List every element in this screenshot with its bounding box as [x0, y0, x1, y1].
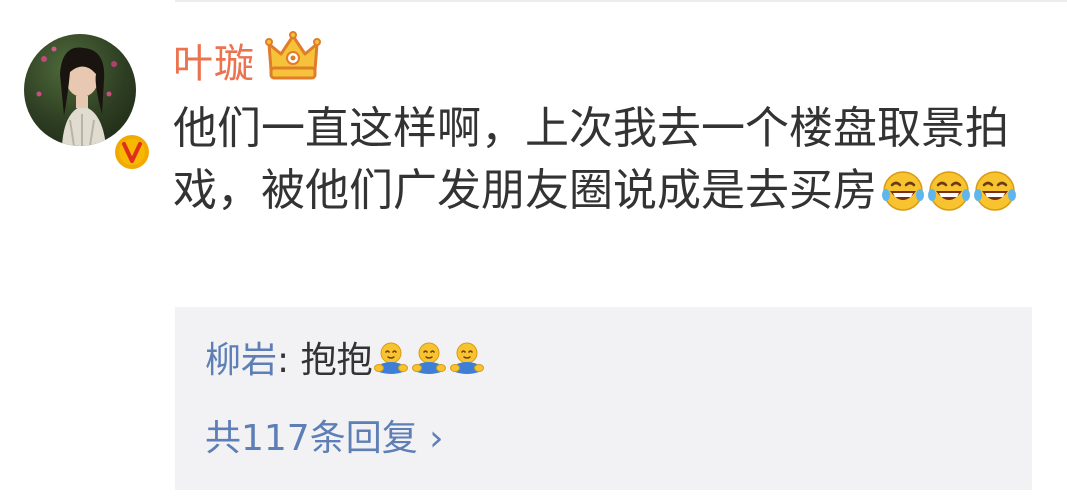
- reply-author[interactable]: 柳岩: [205, 340, 277, 381]
- laugh-cry-emoji: [974, 171, 1016, 211]
- reply-separator: :: [277, 340, 301, 381]
- laugh-cry-emoji: [882, 171, 924, 211]
- divider: [175, 0, 1067, 2]
- hug-emoji: [449, 342, 484, 374]
- hug-emoji: [373, 342, 408, 374]
- emoji-group: [881, 168, 1019, 230]
- comment-body: 他们一直这样啊，上次我去一个楼盘取景拍戏，被他们广发朋友圈说成是去买房: [173, 98, 1033, 230]
- reply-section: 柳岩: 抱抱 共117条回复 ›: [175, 307, 1032, 490]
- reply-item[interactable]: 柳岩: 抱抱: [205, 337, 487, 391]
- avatar-image: [24, 34, 136, 146]
- weibo-comment: 叶璇 他们一直这样啊，上次我去一个楼盘取景拍戏，被他们广发朋友圈说成是去买房 柳…: [0, 0, 1067, 499]
- verified-v-icon: [112, 132, 152, 172]
- laugh-cry-emoji: [928, 171, 970, 211]
- emoji-group: [373, 340, 487, 391]
- avatar[interactable]: [24, 34, 152, 172]
- crown-icon: [265, 30, 321, 82]
- view-more-replies-link[interactable]: 共117条回复 ›: [205, 415, 444, 463]
- reply-text: 抱抱: [300, 340, 373, 381]
- hug-emoji: [411, 342, 446, 374]
- comment-author[interactable]: 叶璇: [173, 40, 255, 88]
